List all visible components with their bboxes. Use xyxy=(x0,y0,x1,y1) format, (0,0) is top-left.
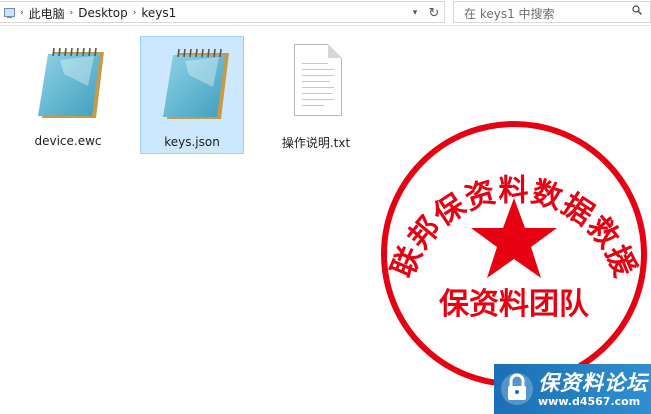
watermark-logo: 保资料论坛 www.d4567.com xyxy=(494,364,651,414)
refresh-icon[interactable]: ↻ xyxy=(425,3,443,23)
file-name: device.ewc xyxy=(34,134,102,148)
breadcrumb[interactable]: › 此电脑 › Desktop › keys1 ▾ ↻ xyxy=(0,1,445,23)
file-name: keys.json xyxy=(164,135,220,149)
search-placeholder: 在 keys1 中搜索 xyxy=(464,7,555,21)
text-file-icon xyxy=(294,44,342,116)
chevron-right-icon[interactable]: › xyxy=(70,8,74,18)
address-bar: › 此电脑 › Desktop › keys1 ▾ ↻ 在 keys1 中搜索 xyxy=(0,0,651,26)
search-input[interactable]: 在 keys1 中搜索 xyxy=(453,1,651,23)
breadcrumb-item-keys1[interactable]: keys1 xyxy=(141,6,176,20)
stamp-center-text: 保资料团队 xyxy=(439,287,590,322)
this-pc-icon xyxy=(4,7,15,19)
search-icon[interactable] xyxy=(632,5,642,15)
file-item-keys-json[interactable]: keys.json xyxy=(140,36,244,154)
watermark-title: 保资料论坛 xyxy=(538,370,648,395)
notepad-icon xyxy=(163,48,229,119)
file-name: 操作说明.txt xyxy=(281,136,351,150)
file-item-device-ewc[interactable]: device.ewc xyxy=(16,36,120,154)
notepad-icon xyxy=(38,47,104,118)
chevron-right-icon[interactable]: › xyxy=(133,8,137,18)
lock-icon xyxy=(501,373,533,405)
chevron-right-icon[interactable]: › xyxy=(20,8,24,18)
seal-stamp: 联邦保资料数据救援 保资料团队 xyxy=(381,121,647,387)
breadcrumb-item-this-pc[interactable]: 此电脑 xyxy=(29,5,65,22)
breadcrumb-item-desktop[interactable]: Desktop xyxy=(78,6,128,20)
chevron-down-icon[interactable]: ▾ xyxy=(406,3,424,23)
watermark-url: www.d4567.com xyxy=(538,395,641,408)
file-item-instructions-txt[interactable]: 操作说明.txt xyxy=(264,36,368,154)
